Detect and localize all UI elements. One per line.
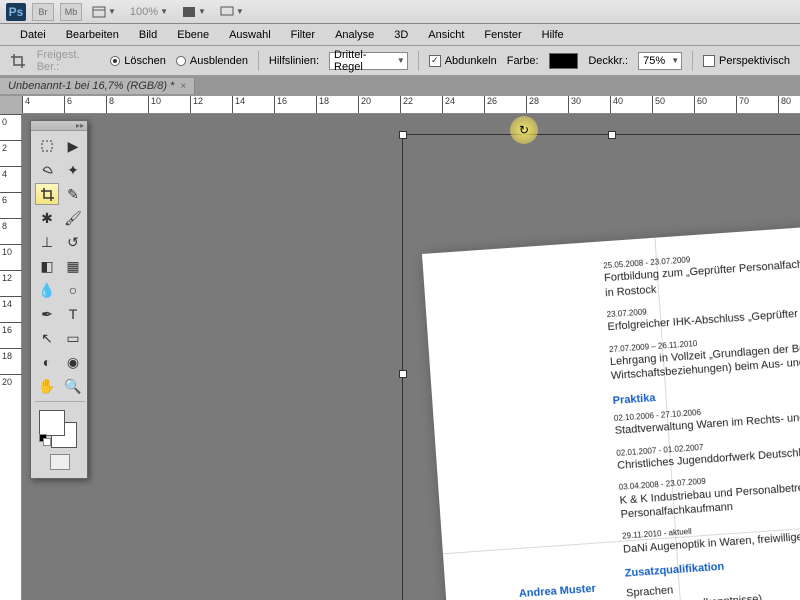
document-tab[interactable]: Unbenannt-1 bei 16,7% (RGB/8) *× bbox=[0, 78, 195, 94]
opacity-label: Deckkr.: bbox=[588, 55, 628, 67]
options-bar: Freigest. Ber.: Löschen Ausblenden Hilfs… bbox=[0, 46, 800, 76]
menu-bearbeiten[interactable]: Bearbeiten bbox=[56, 26, 129, 44]
hand-tool[interactable]: ✋ bbox=[35, 375, 59, 397]
path-tool[interactable]: ↖ bbox=[35, 327, 59, 349]
wand-tool[interactable]: ✦ bbox=[61, 159, 85, 181]
document-tab-bar: Unbenannt-1 bei 16,7% (RGB/8) *× bbox=[0, 76, 800, 96]
crop-handle-tc[interactable] bbox=[608, 131, 616, 139]
menu-filter[interactable]: Filter bbox=[281, 26, 325, 44]
crop-area-label: Freigest. Ber.: bbox=[37, 49, 101, 73]
horizontal-ruler[interactable]: 4681012141618202224262830405060708090100… bbox=[22, 96, 800, 114]
zoom-dropdown[interactable]: 100%▼ bbox=[126, 3, 172, 21]
menu-hilfe[interactable]: Hilfe bbox=[532, 26, 574, 44]
screen-dropdown[interactable]: ▼ bbox=[216, 3, 248, 21]
panel-grip[interactable]: ▸▸ bbox=[31, 121, 87, 131]
menu-analyse[interactable]: Analyse bbox=[325, 26, 384, 44]
guides-label: Hilfslinien: bbox=[269, 55, 319, 67]
pen-tool[interactable]: ✒ bbox=[35, 303, 59, 325]
document-page[interactable]: Andrea Muster Große Musterstraße 1317192… bbox=[422, 205, 800, 600]
dodge-tool[interactable]: ○ bbox=[61, 279, 85, 301]
eyedropper-tool[interactable]: ✎ bbox=[61, 183, 85, 205]
healing-tool[interactable]: ✱ bbox=[35, 207, 59, 229]
menu-ansicht[interactable]: Ansicht bbox=[418, 26, 474, 44]
bridge-button[interactable]: Br bbox=[32, 3, 54, 21]
move-tool[interactable] bbox=[35, 135, 59, 157]
arrange-dropdown[interactable]: ▼ bbox=[178, 3, 210, 21]
menu-datei[interactable]: Datei bbox=[10, 26, 56, 44]
3d-tool[interactable]: ◐ bbox=[35, 351, 59, 373]
shield-color[interactable] bbox=[549, 53, 579, 69]
resume-content: 25.05.2008 - 23.07.2009Fortbildung zum „… bbox=[603, 227, 800, 600]
blur-tool[interactable]: 💧 bbox=[35, 279, 59, 301]
guides-dropdown[interactable]: Drittel-Regel bbox=[329, 52, 408, 70]
menu-fenster[interactable]: Fenster bbox=[474, 26, 531, 44]
menu-3d[interactable]: 3D bbox=[384, 26, 418, 44]
menu-bar: Datei Bearbeiten Bild Ebene Auswahl Filt… bbox=[0, 24, 800, 46]
foreground-color[interactable] bbox=[39, 410, 65, 436]
color-wells[interactable] bbox=[35, 406, 85, 448]
menu-bild[interactable]: Bild bbox=[129, 26, 167, 44]
brush-tool[interactable]: 🖌 bbox=[61, 207, 85, 229]
title-bar: Ps Br Mb ▼ 100%▼ ▼ ▼ bbox=[0, 0, 800, 24]
3d-camera-tool[interactable]: ◉ bbox=[61, 351, 85, 373]
hide-radio[interactable]: Ausblenden bbox=[176, 55, 248, 67]
close-tab-icon[interactable]: × bbox=[180, 81, 186, 92]
app-icon[interactable]: Ps bbox=[6, 3, 26, 21]
gradient-tool[interactable]: ▦ bbox=[61, 255, 85, 277]
delete-radio[interactable]: Löschen bbox=[110, 55, 166, 67]
view-dropdown[interactable]: ▼ bbox=[88, 3, 120, 21]
color-label: Farbe: bbox=[507, 55, 539, 67]
minibridge-button[interactable]: Mb bbox=[60, 3, 82, 21]
crop-tool[interactable] bbox=[35, 183, 59, 205]
perspective-checkbox[interactable]: Perspektivisch bbox=[703, 55, 790, 67]
quickmask-button[interactable] bbox=[35, 450, 85, 474]
crop-handle-ml[interactable] bbox=[399, 370, 407, 378]
crop-handle-tl[interactable] bbox=[399, 131, 407, 139]
eraser-tool[interactable]: ◧ bbox=[35, 255, 59, 277]
marquee-tool[interactable]: ▶ bbox=[61, 135, 85, 157]
lasso-tool[interactable] bbox=[35, 159, 59, 181]
default-colors-icon[interactable] bbox=[39, 434, 53, 448]
crop-tool-icon bbox=[10, 52, 27, 70]
type-tool[interactable]: T bbox=[61, 303, 85, 325]
canvas[interactable]: Andrea Muster Große Musterstraße 1317192… bbox=[22, 114, 800, 600]
history-brush-tool[interactable]: ↺ bbox=[61, 231, 85, 253]
zoom-tool[interactable]: 🔍 bbox=[61, 375, 85, 397]
opacity-dropdown[interactable]: 75% bbox=[638, 52, 682, 70]
rotate-cursor-icon: ↻ bbox=[510, 116, 538, 144]
menu-auswahl[interactable]: Auswahl bbox=[219, 26, 281, 44]
stamp-tool[interactable]: ⊥ bbox=[35, 231, 59, 253]
shape-tool[interactable]: ▭ bbox=[61, 327, 85, 349]
vertical-ruler[interactable]: 02468101214161820 bbox=[0, 114, 22, 600]
tools-panel[interactable]: ▸▸ ▶ ✦ ✎ ✱ 🖌 ⊥ ↺ ◧ ▦ 💧 ○ ✒ T ↖ ▭ ◐ ◉ ✋ 🔍 bbox=[30, 120, 88, 479]
menu-ebene[interactable]: Ebene bbox=[167, 26, 219, 44]
dim-checkbox[interactable]: ✓Abdunkeln bbox=[429, 55, 497, 67]
